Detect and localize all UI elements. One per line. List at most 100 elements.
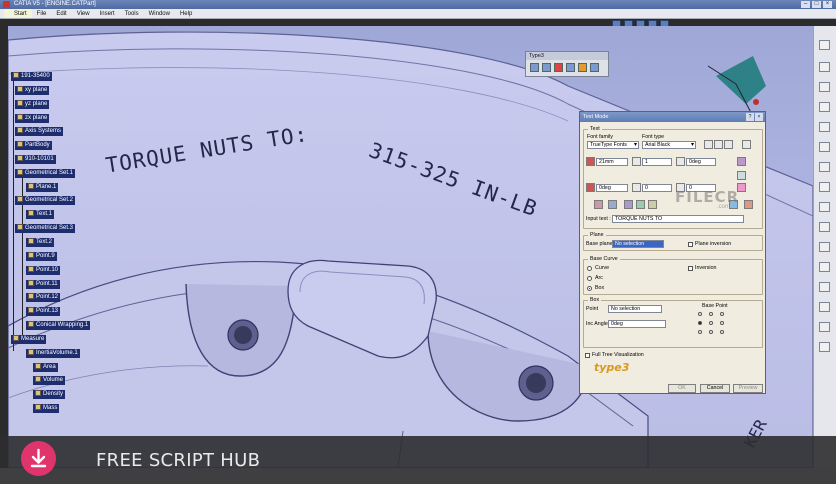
tool-icon[interactable] <box>819 282 830 292</box>
point-field[interactable]: No selection <box>608 305 662 313</box>
maximize-button[interactable]: □ <box>812 1 821 8</box>
tree-node[interactable]: Geometrical Set.2 <box>15 196 76 205</box>
type3-tool-icon[interactable] <box>578 63 587 72</box>
tree-node[interactable]: Axis Systems <box>15 127 64 136</box>
base-plane-field[interactable]: No selection <box>612 240 664 248</box>
tree-node[interactable]: 910-10101 <box>15 155 56 164</box>
inversion-checkbox[interactable] <box>688 266 693 271</box>
tool-icon[interactable] <box>819 82 830 92</box>
curve-radio[interactable] <box>587 266 592 271</box>
tree-node[interactable]: Volume <box>33 376 66 385</box>
tree-node[interactable]: Density <box>33 390 66 399</box>
close-icon[interactable]: × <box>755 113 763 121</box>
font-family-select[interactable]: TrueType Fonts <box>587 141 639 149</box>
format-icon[interactable] <box>594 200 603 209</box>
base-point-option-selected[interactable] <box>698 321 702 325</box>
menu-edit[interactable]: Edit <box>51 9 71 18</box>
tree-node[interactable]: InertiaVolume.1 <box>26 349 80 358</box>
tree-node[interactable]: Measure <box>11 335 47 344</box>
tool-icon[interactable] <box>819 342 830 352</box>
full-tree-checkbox[interactable] <box>585 353 590 358</box>
tool-icon[interactable] <box>819 202 830 212</box>
format-icon[interactable] <box>624 200 633 209</box>
calendar-icon[interactable] <box>737 157 746 166</box>
tree-node[interactable]: Point.13 <box>26 307 61 316</box>
size-input[interactable]: 21mm <box>596 158 628 166</box>
format-icon[interactable] <box>648 200 657 209</box>
tree-node[interactable]: Text.2 <box>26 238 55 247</box>
base-point-option[interactable] <box>709 321 713 325</box>
inc-angle-input[interactable]: 0deg <box>608 320 666 328</box>
cancel-button[interactable]: Cancel <box>700 384 730 393</box>
base-point-option[interactable] <box>709 312 713 316</box>
tool-icon[interactable] <box>819 182 830 192</box>
menu-start[interactable]: Start <box>4 9 32 18</box>
tree-node[interactable]: 191-35400 <box>11 72 52 81</box>
tool-icon[interactable] <box>819 322 830 332</box>
tool-icon[interactable] <box>819 142 830 152</box>
tool-icon[interactable] <box>819 242 830 252</box>
type3-tool-icon[interactable] <box>530 63 539 72</box>
tree-node[interactable]: Area <box>33 363 58 372</box>
tree-node[interactable]: Geometrical Set.3 <box>15 224 76 233</box>
help-icon[interactable]: ? <box>746 113 754 121</box>
ok-button[interactable]: OK <box>668 384 696 393</box>
tree-node[interactable]: Geometrical Set.1 <box>15 169 76 178</box>
tool-icon[interactable] <box>819 122 830 132</box>
menu-help[interactable]: Help <box>175 9 197 18</box>
tool-icon[interactable] <box>819 62 830 72</box>
tree-node[interactable]: Point.11 <box>26 280 60 289</box>
menu-window[interactable]: Window <box>144 9 175 18</box>
download-button[interactable] <box>21 441 56 476</box>
font-type-select[interactable]: Arial Black <box>642 141 696 149</box>
base-point-option[interactable] <box>720 321 724 325</box>
tree-node[interactable]: Plane.1 <box>26 183 59 192</box>
tree-node[interactable]: Point.10 <box>26 266 61 275</box>
base-point-option[interactable] <box>720 312 724 316</box>
tool-icon[interactable] <box>819 262 830 272</box>
tree-node[interactable]: Text.1 <box>26 210 55 219</box>
close-button[interactable]: × <box>823 1 832 8</box>
input-text-field[interactable]: TORQUE NUTS TO <box>612 215 744 223</box>
plane-inversion-checkbox[interactable] <box>688 242 693 247</box>
type3-tool-icon[interactable] <box>566 63 575 72</box>
type3-palette[interactable]: Type3 <box>525 51 609 77</box>
tree-node[interactable]: PartBody <box>15 141 52 150</box>
justify-icon[interactable] <box>742 140 751 149</box>
type3-tool-icon[interactable] <box>590 63 599 72</box>
offset-input[interactable]: 0 <box>642 184 672 192</box>
tool-icon[interactable] <box>819 162 830 172</box>
align-right-icon[interactable] <box>724 140 733 149</box>
tree-node[interactable]: Point.9 <box>26 252 57 261</box>
menu-file[interactable]: File <box>32 9 52 18</box>
align-left-icon[interactable] <box>704 140 713 149</box>
tree-node[interactable]: Mass <box>33 404 60 413</box>
tree-node[interactable]: Point.12 <box>26 293 61 302</box>
menu-tools[interactable]: Tools <box>120 9 144 18</box>
spacing-input[interactable]: 1 <box>642 158 672 166</box>
align-center-icon[interactable] <box>714 140 723 149</box>
base-point-option[interactable] <box>698 330 702 334</box>
angle-input[interactable]: 0deg <box>686 158 716 166</box>
tree-node[interactable]: Conical Wrapping.1 <box>26 321 91 330</box>
tree-node[interactable]: yz plane <box>15 100 50 109</box>
tool-icon[interactable] <box>819 102 830 112</box>
type3-tool-icon[interactable] <box>554 63 563 72</box>
format-icon[interactable] <box>608 200 617 209</box>
tool-icon[interactable] <box>819 40 830 50</box>
base-point-option[interactable] <box>720 330 724 334</box>
minimize-button[interactable]: – <box>801 1 810 8</box>
menu-insert[interactable]: Insert <box>95 9 120 18</box>
tree-node[interactable]: xy plane <box>15 86 50 95</box>
base-point-option[interactable] <box>698 312 702 316</box>
box-radio[interactable] <box>587 286 592 291</box>
base-point-option[interactable] <box>709 330 713 334</box>
format-icon[interactable] <box>636 200 645 209</box>
menu-view[interactable]: View <box>72 9 95 18</box>
slant-input[interactable]: 0deg <box>596 184 628 192</box>
arc-radio[interactable] <box>587 276 592 281</box>
type3-tool-icon[interactable] <box>542 63 551 72</box>
format-icon[interactable] <box>744 200 753 209</box>
preview-button[interactable]: Preview <box>733 384 763 393</box>
option-icon[interactable] <box>737 171 746 180</box>
